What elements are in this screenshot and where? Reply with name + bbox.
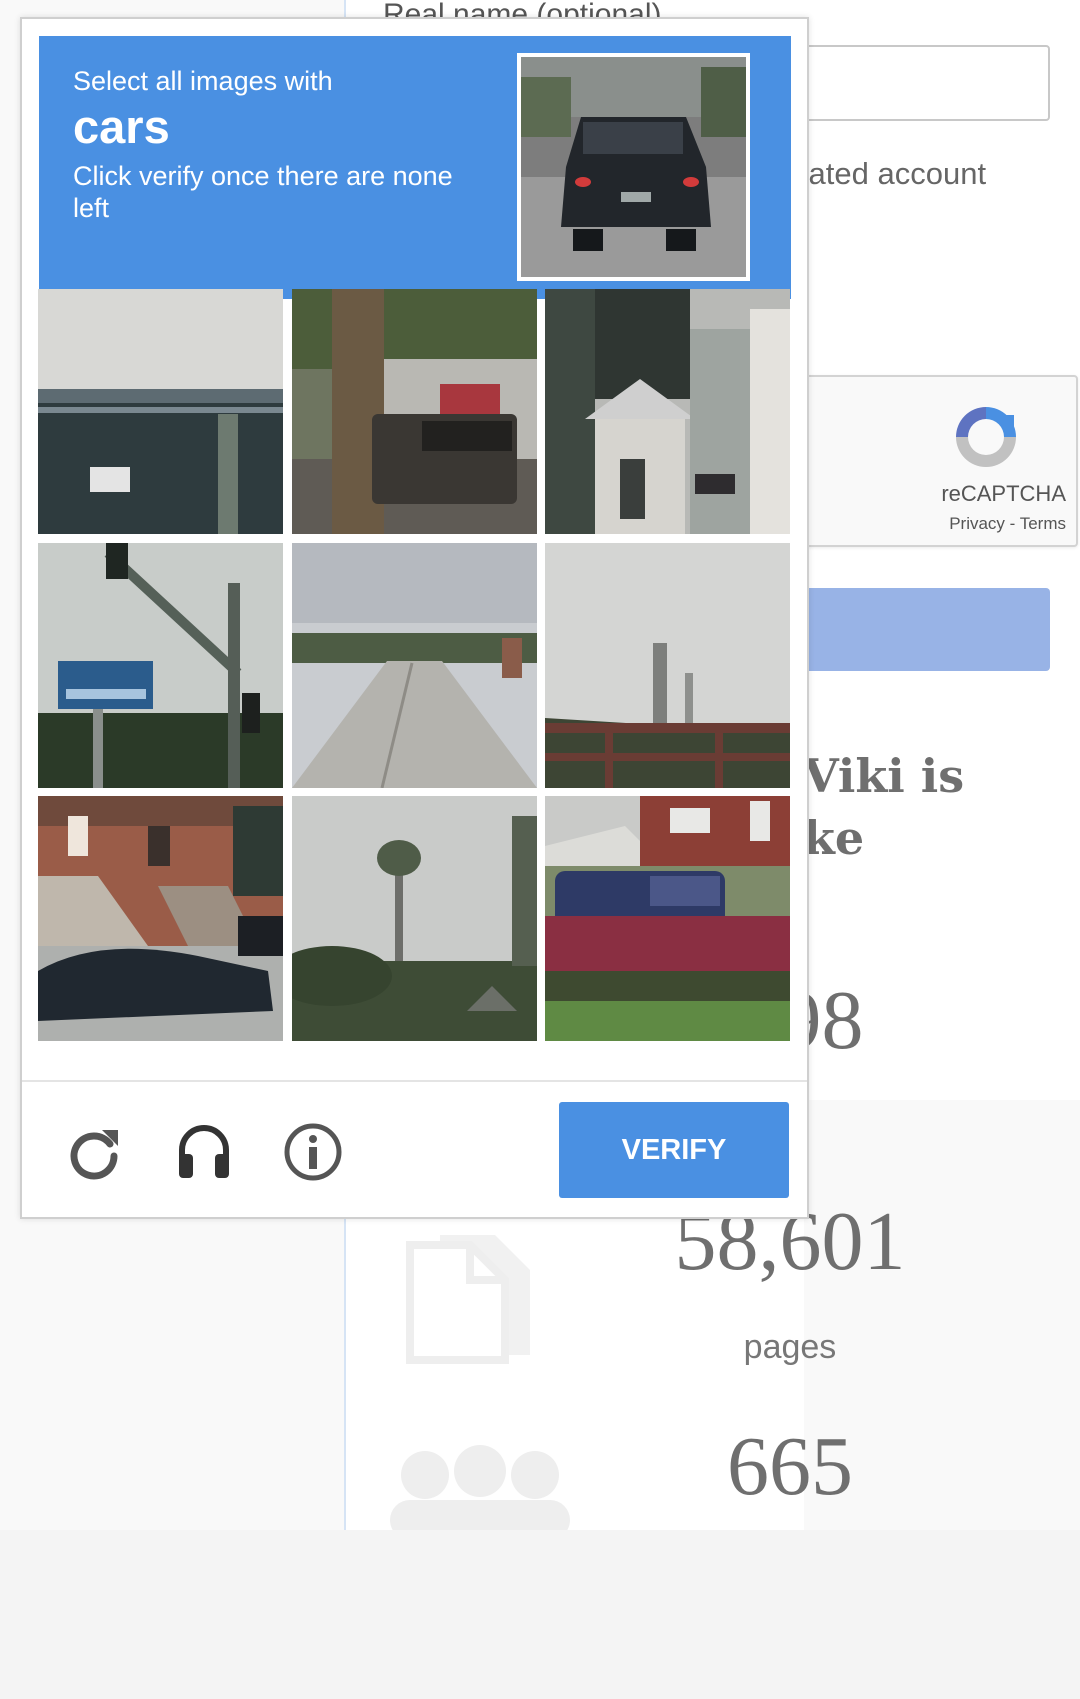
captcha-tile-8[interactable] [292, 796, 537, 1041]
captcha-tile-6[interactable] [545, 543, 790, 788]
tile-image-palm-tree [292, 796, 537, 1041]
tile-image-traffic-light [38, 543, 283, 788]
captcha-tile-5[interactable] [292, 543, 537, 788]
captcha-tile-9[interactable] [545, 796, 790, 1041]
captcha-tile-7[interactable] [38, 796, 283, 1041]
tile-image-bridge [38, 289, 283, 534]
reload-icon[interactable] [64, 1122, 124, 1182]
info-icon[interactable] [283, 1122, 343, 1182]
captcha-subinstruction: Click verify once there are none left [73, 161, 453, 223]
recaptcha-logo-icon [956, 407, 1016, 467]
users-icon [390, 1445, 570, 1530]
captcha-footer-divider [22, 1080, 807, 1082]
headphones-icon[interactable] [174, 1122, 234, 1182]
recaptcha-links[interactable]: Privacy - Terms [949, 514, 1066, 534]
captcha-tile-3[interactable] [545, 289, 790, 534]
captcha-tile-2[interactable] [292, 289, 537, 534]
tile-image-suv-hedge [545, 796, 790, 1041]
recaptcha-name: reCAPTCHA [941, 481, 1066, 506]
tile-image-brownstone-car [38, 796, 283, 1041]
tile-image-tree-van [292, 289, 537, 534]
verify-button[interactable]: VERIFY [559, 1102, 789, 1198]
sample-car-image [521, 57, 746, 277]
captcha-instruction: Select all images with [73, 66, 333, 96]
captcha-target: cars [73, 100, 170, 153]
stat-number-users: 665 [727, 1420, 853, 1513]
captcha-tile-4[interactable] [38, 543, 283, 788]
stat-label-pages: pages [743, 1328, 837, 1366]
captcha-tile-1[interactable] [38, 289, 283, 534]
captcha-header: Select all images with cars Click verify… [39, 36, 791, 299]
captcha-challenge: Select all images with cars Click verify… [20, 17, 809, 1219]
tile-image-fence [545, 543, 790, 788]
tile-image-road [292, 543, 537, 788]
pages-icon [406, 1235, 530, 1364]
captcha-sample-image [517, 53, 750, 281]
tile-image-house [545, 289, 790, 534]
